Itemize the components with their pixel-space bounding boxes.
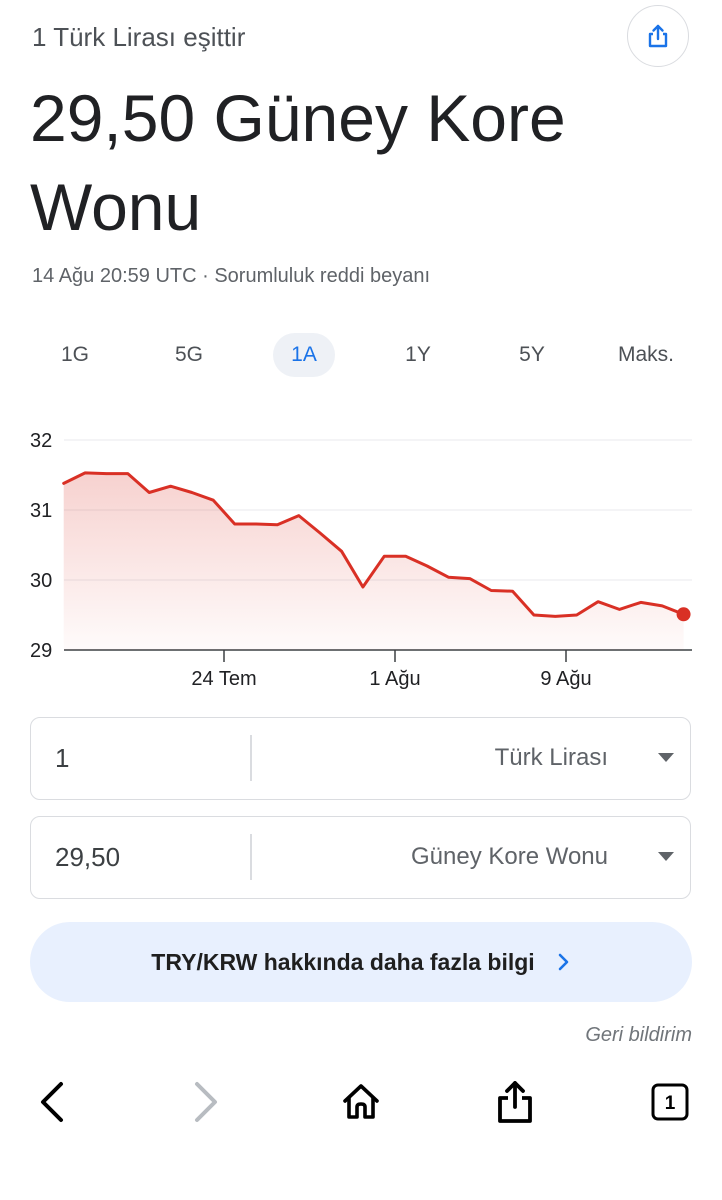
dropdown-arrow-icon[interactable]: [658, 852, 674, 861]
x-tick-label: 24 Tem: [191, 668, 256, 690]
series-area: [63, 472, 684, 650]
share-icon: [648, 24, 668, 48]
tabs-button[interactable]: 1: [640, 1072, 700, 1132]
range-5g-button[interactable]: 5G: [158, 333, 220, 377]
back-arrow-icon: [41, 1082, 63, 1122]
to-amount-input[interactable]: 29,50: [55, 817, 120, 897]
share-button[interactable]: [627, 5, 689, 67]
from-currency-row: 1 Türk Lirası: [30, 717, 691, 800]
tabs-count-icon: 1: [651, 1083, 689, 1121]
browser-toolbar: 1: [0, 1052, 722, 1200]
share-icon: [498, 1081, 532, 1123]
y-tick-label: 30: [30, 570, 52, 592]
x-tick-label: 1 Ağu: [369, 668, 420, 690]
current-value-dot: [676, 607, 691, 622]
to-currency-select[interactable]: Güney Kore Wonu: [411, 817, 608, 897]
range-1g-button[interactable]: 1G: [44, 333, 106, 377]
to-currency-row: 29,50 Güney Kore Wonu: [30, 816, 691, 899]
range-1a-button[interactable]: 1A: [273, 333, 335, 377]
range-1y-button[interactable]: 1Y: [387, 333, 449, 377]
more-info-button[interactable]: TRY/KRW hakkında daha fazla bilgi: [30, 922, 692, 1002]
share-page-button[interactable]: [485, 1072, 545, 1132]
y-tick-label: 29: [30, 640, 52, 662]
more-info-label: TRY/KRW hakkında daha fazla bilgi: [151, 948, 535, 975]
range-max-button[interactable]: Maks.: [610, 333, 682, 377]
x-tick-label: 9 Ağu: [540, 668, 591, 690]
y-tick-label: 32: [30, 430, 52, 452]
forward-arrow-icon: [195, 1082, 217, 1122]
conversion-result-headline: 29,50 Güney Kore Wonu: [30, 81, 566, 244]
chevron-right-icon: [557, 951, 571, 973]
exchange-rate-chart[interactable]: 32 31 30 29 24 Tem 1 Ağu 9 Ağu: [0, 405, 722, 705]
home-button[interactable]: [331, 1072, 391, 1132]
range-5y-button[interactable]: 5Y: [501, 333, 563, 377]
dropdown-arrow-icon[interactable]: [658, 753, 674, 762]
from-amount-input[interactable]: 1: [55, 718, 69, 798]
time-range-selector: 1G 5G 1A 1Y 5Y Maks.: [0, 330, 722, 380]
divider: [250, 834, 252, 880]
back-button[interactable]: [22, 1072, 82, 1132]
from-currency-select[interactable]: Türk Lirası: [495, 718, 608, 798]
result-subtitle: 1 Türk Lirası eşittir: [32, 22, 246, 52]
tabs-count: 1: [665, 1093, 676, 1114]
forward-button[interactable]: [176, 1072, 236, 1132]
feedback-link[interactable]: Geri bildirim: [585, 1024, 692, 1047]
divider: [250, 735, 252, 781]
y-tick-label: 31: [30, 500, 52, 522]
timestamp-disclaimer: 14 Ağu 20:59 UTC · Sorumluluk reddi beya…: [32, 265, 430, 287]
home-icon: [343, 1084, 379, 1119]
